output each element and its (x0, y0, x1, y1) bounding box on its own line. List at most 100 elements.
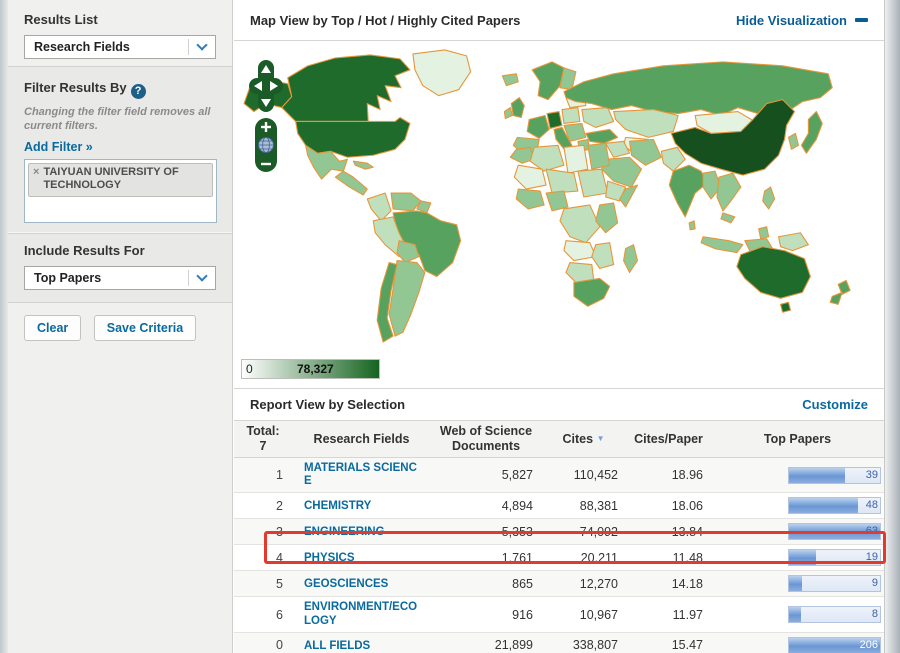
map-legend: 0 78,327 (241, 359, 380, 379)
help-icon[interactable]: ? (130, 84, 146, 99)
main-content: Map View by Top / Hot / Highly Cited Pap… (234, 0, 884, 653)
filter-tag[interactable]: × TAIYUAN UNIVERSITY OF TECHNOLOGY (28, 162, 213, 197)
docs-cell: 4,894 (431, 492, 541, 519)
top-papers-bar: 206 (788, 636, 881, 653)
docs-cell: 865 (431, 570, 541, 597)
remove-filter-icon[interactable]: × (33, 166, 39, 194)
country-south-africa[interactable] (573, 277, 611, 307)
field-link[interactable]: ENVIRONMENT/ECOLOGY (304, 601, 422, 627)
add-filter-link[interactable]: Add Filter » (24, 140, 93, 154)
pan-control[interactable] (249, 60, 283, 112)
filter-tag-label: TAIYUAN UNIVERSITY OF TECHNOLOGY (43, 165, 179, 192)
customize-link[interactable]: Customize (802, 397, 868, 412)
country-greenland[interactable] (412, 49, 472, 97)
globe-icon[interactable] (258, 137, 274, 153)
total-label: Total: (246, 424, 280, 438)
rank-cell: 2 (234, 492, 292, 519)
world-choropleth-map[interactable] (234, 42, 884, 350)
country-egypt[interactable] (587, 142, 611, 170)
rank-cell: 3 (234, 518, 292, 545)
sidebar: Results List Research Fields Filter Resu… (8, 0, 233, 653)
filter-heading: Filter Results By? (24, 80, 216, 99)
country-india[interactable] (668, 164, 708, 218)
docs-cell: 916 (431, 596, 541, 633)
map-panel-title: Map View by Top / Hot / Highly Cited Pap… (250, 12, 521, 28)
field-link[interactable]: ALL FIELDS (304, 640, 370, 653)
rank-cell: 4 (234, 544, 292, 571)
sort-down-icon: ▼ (596, 433, 605, 443)
country-france[interactable] (526, 114, 550, 139)
report-panel-header: Report View by Selection Customize (234, 388, 884, 420)
chevron-down-icon (196, 39, 208, 51)
table-row-engineering: 3 ENGINEERING 5,353 74,092 13.84 63 (234, 518, 884, 545)
country-canada[interactable] (281, 54, 411, 123)
hide-visualization-link[interactable]: Hide Visualization (736, 13, 868, 28)
top-papers-bar: 19 (788, 549, 881, 567)
country-uk[interactable] (510, 97, 525, 119)
bar-value: 19 (865, 551, 878, 564)
country-new-zealand[interactable] (837, 279, 851, 295)
active-filters-box: × TAIYUAN UNIVERSITY OF TECHNOLOGY (24, 158, 217, 223)
col-wos-documents: Web of Science Documents (431, 420, 541, 458)
cpp-cell: 18.06 (626, 492, 711, 519)
field-link[interactable]: PHYSICS (304, 552, 355, 565)
hide-visualization-label: Hide Visualization (735, 12, 847, 28)
report-panel-title: Report View by Selection (250, 397, 406, 412)
results-list-dropdown[interactable]: Research Fields (24, 35, 216, 59)
col-top-papers: Top Papers (711, 420, 884, 458)
filter-heading-text: Filter Results By (24, 80, 127, 95)
cites-label: Cites (562, 431, 594, 446)
country-japan[interactable] (800, 111, 823, 154)
report-table: Total: 7 Research Fields Web of Science D… (234, 420, 884, 653)
cites-cell: 74,092 (541, 518, 626, 545)
country-australia[interactable] (736, 246, 811, 299)
legend-max-label: 78,327 (297, 362, 334, 376)
cites-cell: 12,270 (541, 570, 626, 597)
table-row-environment-ecology: 6 ENVIRONMENT/ECOLOGY 916 10,967 11.97 8 (234, 596, 884, 633)
field-link[interactable]: CHEMISTRY (304, 500, 371, 513)
docs-cell: 5,827 (431, 456, 541, 493)
field-link[interactable]: GEOSCIENCES (304, 578, 388, 591)
include-results-dropdown[interactable]: Top Papers (24, 266, 216, 290)
window-left-edge (0, 0, 8, 653)
col-research-fields: Research Fields (292, 420, 431, 458)
filter-section: Filter Results By? Changing the filter f… (8, 66, 232, 233)
results-list-section: Results List Research Fields (8, 0, 232, 66)
include-results-heading: Include Results For (24, 243, 145, 258)
cites-cell: 20,211 (541, 544, 626, 571)
cpp-cell: 11.97 (626, 596, 711, 633)
cites-cell: 88,381 (541, 492, 626, 519)
col-cites-sort[interactable]: Cites ▼ (541, 420, 626, 458)
bar-value: 39 (865, 468, 878, 481)
cites-cell: 110,452 (541, 456, 626, 493)
docs-cell: 21,899 (431, 631, 541, 653)
table-row-chemistry: 2 CHEMISTRY 4,894 88,381 18.06 48 (234, 492, 884, 519)
col-cites-per-paper: Cites/Paper (626, 420, 711, 458)
bar-value: 206 (859, 638, 878, 651)
dropdown-separator (188, 39, 189, 55)
country-germany[interactable] (546, 111, 563, 129)
table-row-physics: 4 PHYSICS 1,761 20,211 11.48 19 (234, 544, 884, 571)
docs-cell: 1,761 (431, 544, 541, 571)
filter-note: Changing the filter field removes all cu… (24, 106, 211, 132)
top-papers-bar: 39 (788, 466, 881, 484)
esi-screen: Results List Research Fields Filter Resu… (0, 0, 900, 653)
cites-cell: 10,967 (541, 596, 626, 633)
actions-section: Clear Save Criteria (8, 302, 232, 341)
field-link[interactable]: MATERIALS SCIENCE (304, 462, 422, 488)
table-header-row: Total: 7 Research Fields Web of Science D… (234, 420, 884, 458)
country-russia[interactable] (563, 61, 833, 117)
cites-cell: 338,807 (541, 631, 626, 653)
bar-fill (789, 550, 817, 566)
total-value: 7 (259, 439, 267, 453)
zoom-control[interactable] (255, 118, 277, 172)
rank-cell: 1 (234, 456, 292, 493)
clear-button[interactable]: Clear (24, 315, 82, 341)
top-papers-bar: 48 (788, 497, 881, 515)
field-link[interactable]: ENGINEERING (304, 526, 385, 539)
cpp-cell: 15.47 (626, 631, 711, 653)
save-criteria-button[interactable]: Save Criteria (93, 315, 197, 341)
minus-icon (855, 18, 868, 22)
vertical-scrollbar[interactable] (884, 0, 900, 653)
cpp-cell: 13.84 (626, 518, 711, 545)
